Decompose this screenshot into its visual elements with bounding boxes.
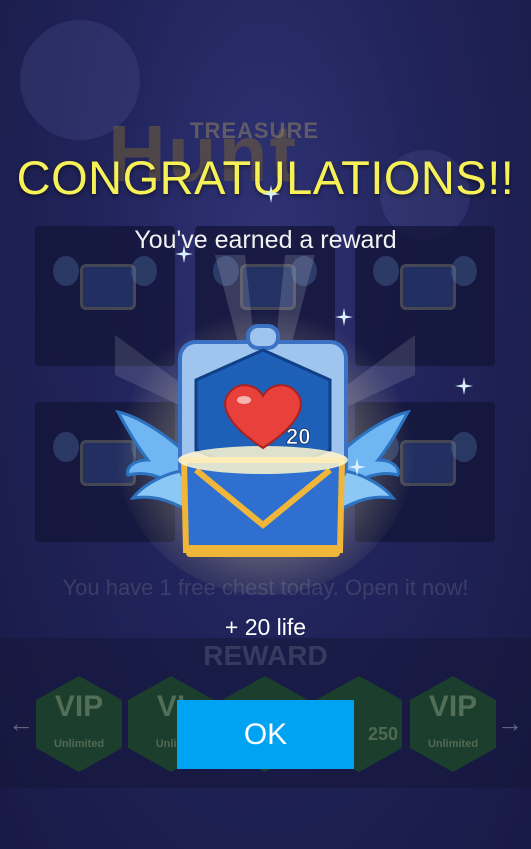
sparkle-icon: [335, 308, 353, 326]
sparkle-icon: [455, 377, 473, 395]
winged-chest-icon: 20: [115, 324, 411, 557]
reward-amount: 20: [286, 424, 310, 449]
reward-subtitle: You've earned a reward: [134, 226, 397, 254]
ok-button[interactable]: OK: [177, 700, 354, 769]
sparkle-icon: [348, 458, 366, 476]
sparkle-icon: [262, 185, 280, 203]
reward-life-text: + 20 life: [224, 614, 307, 640]
sparkle-icon: [175, 245, 193, 263]
